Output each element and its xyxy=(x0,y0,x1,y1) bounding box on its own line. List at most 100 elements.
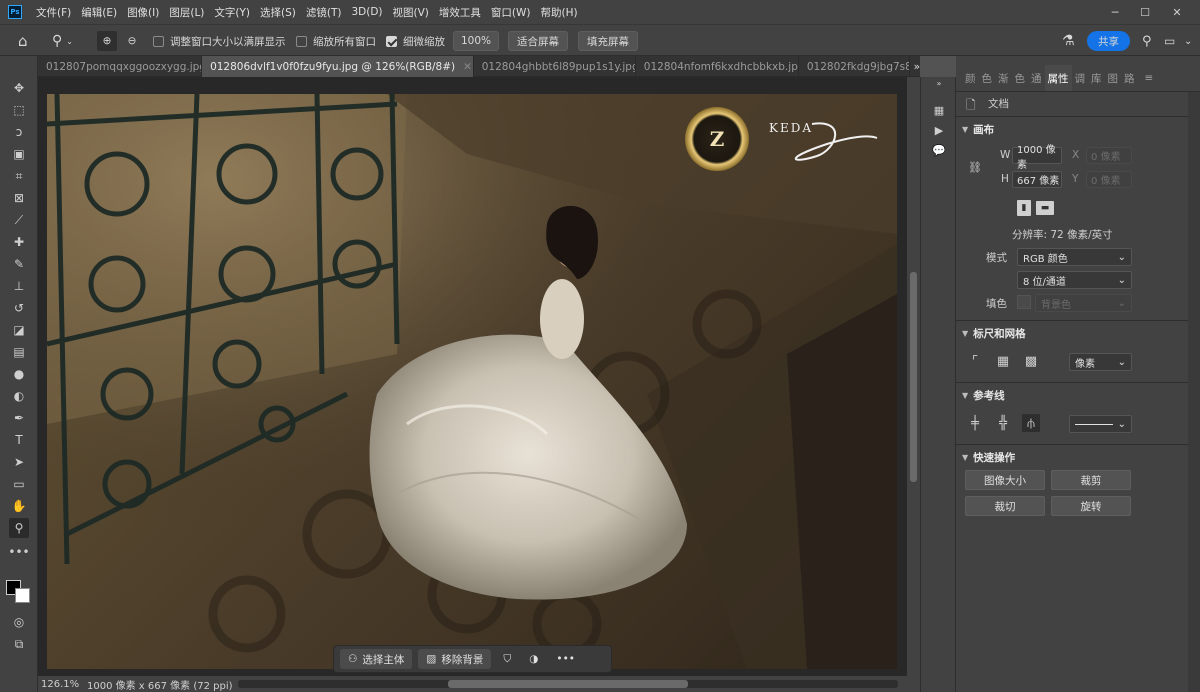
rectangle-tool-icon[interactable]: ▭ xyxy=(9,474,29,494)
dock-collapse-icon[interactable]: » xyxy=(930,77,948,89)
tab-properties[interactable]: 属性 xyxy=(1044,65,1072,91)
landscape-orientation-icon[interactable]: ▬ xyxy=(1036,201,1054,215)
ruler-icon[interactable]: ⌜ xyxy=(966,352,984,370)
menu-view[interactable]: 视图(V) xyxy=(388,5,434,20)
panel-scrollbar[interactable] xyxy=(1188,92,1200,692)
guides-icon[interactable]: ╪ xyxy=(966,414,984,432)
home-icon[interactable]: ⌂ xyxy=(18,31,28,51)
comments-icon[interactable]: 💬 xyxy=(930,141,948,159)
tab-swatches[interactable]: 色 xyxy=(979,65,996,91)
tab-color[interactable]: 颜 xyxy=(962,65,979,91)
menu-3d[interactable]: 3D(D) xyxy=(346,6,387,18)
mask-icon[interactable]: ⛉ xyxy=(497,649,517,669)
share-button[interactable]: 共享 xyxy=(1087,31,1130,51)
trim-button[interactable]: 裁切 xyxy=(965,496,1045,516)
guide-style-select[interactable]: ⌄ xyxy=(1069,415,1132,433)
crop-tool-icon[interactable]: ⌗ xyxy=(9,166,29,186)
vertical-scrollbar[interactable] xyxy=(907,77,920,676)
zoom-100-button[interactable]: 100% xyxy=(453,31,499,51)
workspace-icon[interactable]: ▭ xyxy=(1164,31,1175,51)
mode-select[interactable]: RGB 颜色 ⌄ xyxy=(1017,248,1132,266)
zoom-tool-icon[interactable]: ⚲ xyxy=(9,518,29,538)
height-field[interactable]: 667 像素 xyxy=(1012,171,1062,188)
portrait-orientation-icon[interactable]: ▮ xyxy=(1017,200,1031,216)
rulers-grids-section-header[interactable]: ▼ 标尺和网格 xyxy=(956,326,1200,341)
actions-play-icon[interactable]: ▶ xyxy=(930,121,948,139)
image-size-button[interactable]: 图像大小 xyxy=(965,470,1045,490)
blur-tool-icon[interactable]: ● xyxy=(9,364,29,384)
brush-tool-icon[interactable]: ✎ xyxy=(9,254,29,274)
select-subject-button[interactable]: ⚇ 选择主体 xyxy=(340,649,413,669)
healing-brush-tool-icon[interactable]: ✚ xyxy=(9,232,29,252)
more-tools-icon[interactable]: ••• xyxy=(8,542,29,562)
eraser-tool-icon[interactable]: ◪ xyxy=(9,320,29,340)
quick-mask-icon[interactable]: ◎ xyxy=(9,612,29,632)
menu-layer[interactable]: 图层(L) xyxy=(164,5,209,20)
doc-tab[interactable]: 012804nfomf6kxdhcbbkxb.jpg xyxy=(636,56,799,77)
tab-close-icon[interactable]: ✕ xyxy=(463,61,472,73)
background-color-swatch[interactable] xyxy=(15,588,30,603)
dodge-tool-icon[interactable]: ◐ xyxy=(9,386,29,406)
marquee-tool-icon[interactable]: ⬚ xyxy=(9,100,29,120)
clone-stamp-tool-icon[interactable]: ⊥ xyxy=(9,276,29,296)
tab-paths[interactable]: 路 xyxy=(1121,65,1138,91)
menu-file[interactable]: 文件(F) xyxy=(31,5,76,20)
link-icon[interactable]: ⛓ xyxy=(968,161,982,174)
canvas-area[interactable]: Z KEDA xyxy=(38,77,907,676)
adjust-icon[interactable]: ◑ xyxy=(523,649,544,669)
zoom-out-icon[interactable]: ⊖ xyxy=(122,31,142,51)
quick-actions-section-header[interactable]: ▼ 快速操作 xyxy=(956,450,1200,465)
doc-tab[interactable]: 012802fkdg9jbg7s8kdkç xyxy=(799,56,910,77)
workspace-chevron-icon[interactable]: ⌄ xyxy=(1184,31,1192,51)
more-options-icon[interactable]: ••• xyxy=(550,649,581,669)
eyedropper-tool-icon[interactable]: ⟋ xyxy=(9,210,29,230)
object-select-tool-icon[interactable]: ▣ xyxy=(9,144,29,164)
lasso-tool-icon[interactable]: ↄ xyxy=(9,122,29,142)
document-image[interactable]: Z KEDA xyxy=(47,94,897,669)
tab-layers[interactable]: 图 xyxy=(1105,65,1122,91)
zoom-all-checkbox[interactable]: 缩放所有窗口 xyxy=(296,31,376,51)
canvas-section-header[interactable]: ▼ 画布 xyxy=(956,122,1200,137)
flask-icon[interactable]: ⚗ xyxy=(1062,31,1075,51)
hand-tool-icon[interactable]: ✋ xyxy=(9,496,29,516)
maximize-icon[interactable]: ☐ xyxy=(1130,0,1160,24)
fill-screen-button[interactable]: 填充屏幕 xyxy=(578,31,638,51)
path-select-tool-icon[interactable]: ➤ xyxy=(9,452,29,472)
move-tool-icon[interactable]: ✥ xyxy=(9,78,29,98)
zoom-in-icon[interactable]: ⊕ xyxy=(97,31,117,51)
tab-channels[interactable]: 通 xyxy=(1028,65,1045,91)
guides-section-header[interactable]: ▼ 参考线 xyxy=(956,388,1200,403)
tab-gradients[interactable]: 渐 xyxy=(995,65,1012,91)
h-scroll-thumb[interactable] xyxy=(448,680,688,688)
search-icon[interactable]: ⚲ xyxy=(1142,31,1152,51)
pixel-grid-icon[interactable]: ▩ xyxy=(1022,352,1040,370)
menu-help[interactable]: 帮助(H) xyxy=(536,5,583,20)
scrubby-zoom-checkbox[interactable]: 细微缩放 xyxy=(386,31,445,51)
tab-libraries[interactable]: 库 xyxy=(1088,65,1105,91)
menu-type[interactable]: 文字(Y) xyxy=(209,5,255,20)
gradient-tool-icon[interactable]: ▤ xyxy=(9,342,29,362)
zoom-level[interactable]: 126.1% xyxy=(41,679,81,690)
panel-menu-icon[interactable]: ≡ xyxy=(1142,65,1157,91)
menu-edit[interactable]: 编辑(E) xyxy=(76,5,122,20)
pen-tool-icon[interactable]: ✒ xyxy=(9,408,29,428)
doc-tab[interactable]: 012807pomqqxggoozxygg.jpg xyxy=(38,56,203,77)
crop-button[interactable]: 裁剪 xyxy=(1051,470,1131,490)
rotate-button[interactable]: 旋转 xyxy=(1051,496,1131,516)
tab-patterns[interactable]: 色 xyxy=(1012,65,1029,91)
history-panel-icon[interactable]: ▦ xyxy=(930,101,948,119)
smart-guides-icon[interactable]: ⫛ xyxy=(1022,414,1040,432)
remove-background-button[interactable]: ▨ 移除背景 xyxy=(418,649,492,669)
menu-filter[interactable]: 滤镜(T) xyxy=(301,5,347,20)
more-tabs-icon[interactable]: » xyxy=(910,56,920,77)
type-tool-icon[interactable]: T xyxy=(9,430,29,450)
close-icon[interactable]: ✕ xyxy=(1162,0,1192,24)
bit-depth-select[interactable]: 8 位/通道 ⌄ xyxy=(1017,271,1132,289)
doc-tab-active[interactable]: 012806dvlf1v0f0fzu9fyu.jpg @ 126%(RGB/8#… xyxy=(202,56,474,77)
menu-select[interactable]: 选择(S) xyxy=(255,5,301,20)
doc-tab[interactable]: 012804ghbbt6l89pup1s1y.jpg xyxy=(474,56,636,77)
screen-mode-icon[interactable]: ⧉ xyxy=(9,634,29,654)
scroll-thumb[interactable] xyxy=(910,272,917,482)
guides-lock-icon[interactable]: ╬ xyxy=(994,414,1012,432)
fit-screen-button[interactable]: 适合屏幕 xyxy=(508,31,568,51)
